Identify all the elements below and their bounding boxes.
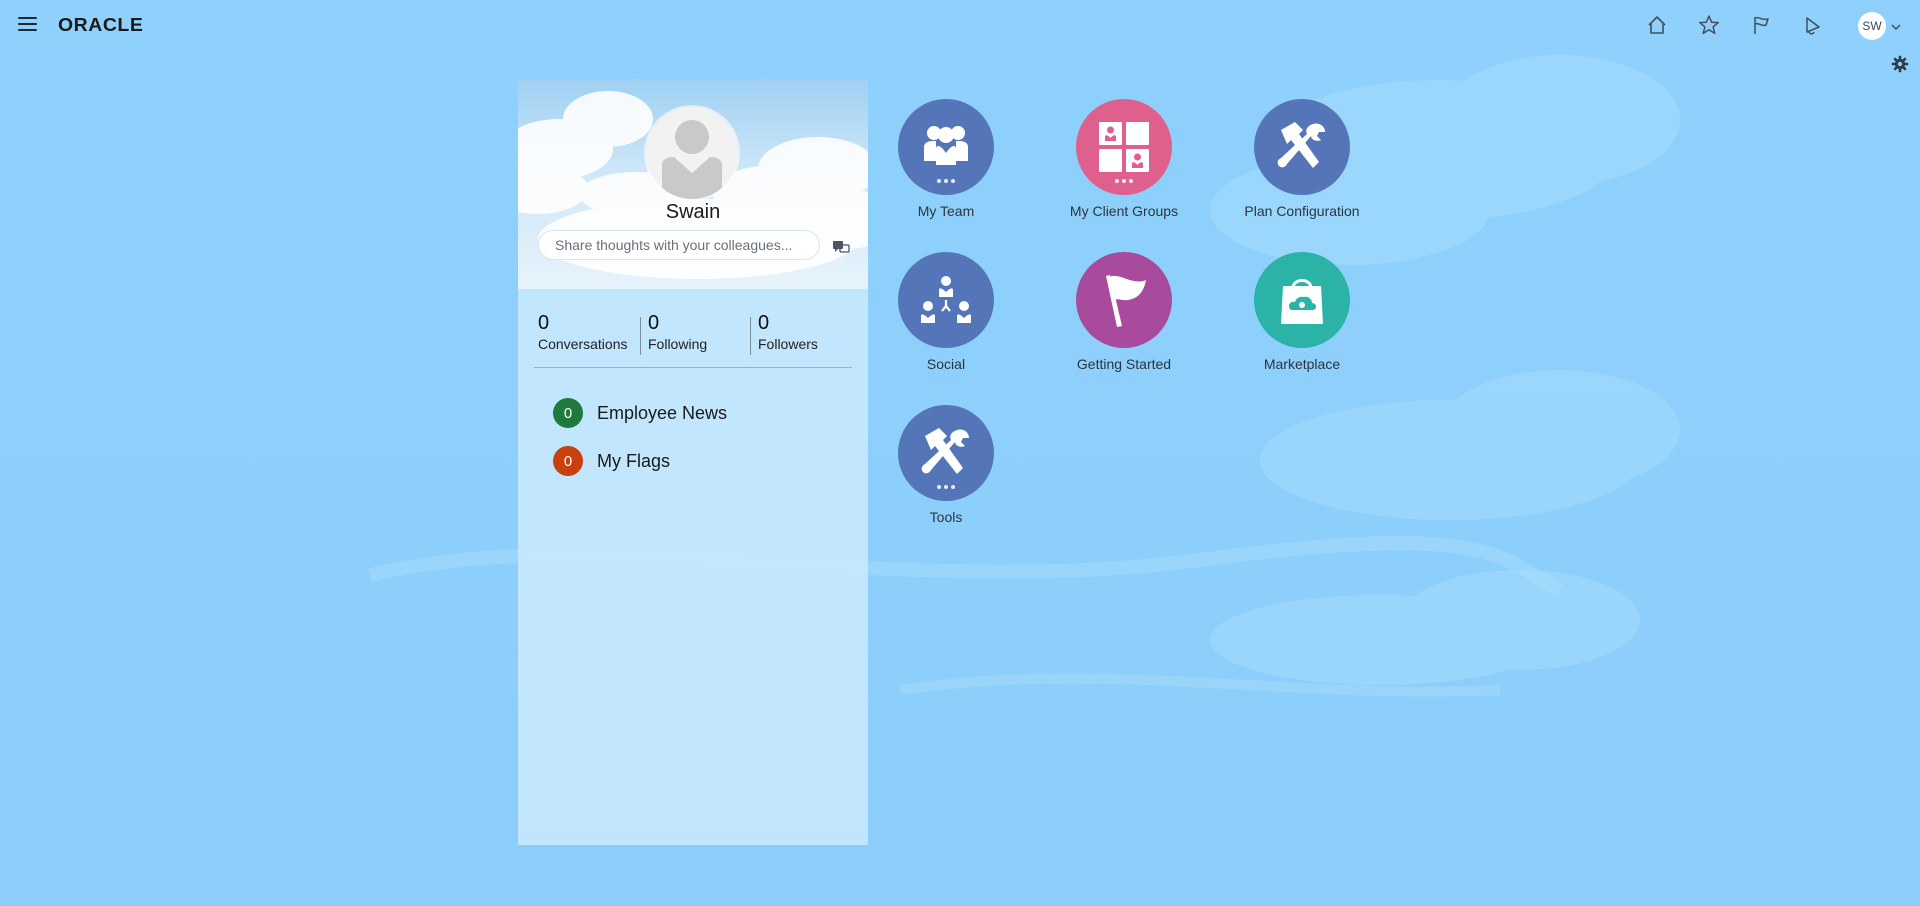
tile-tools[interactable]: Tools bbox=[871, 405, 1021, 545]
more-dots-icon bbox=[1076, 170, 1172, 188]
watchlist-item-label: My Flags bbox=[597, 450, 671, 471]
tile-my-team[interactable]: My Team bbox=[871, 99, 1021, 239]
conversations-label: Conversations bbox=[538, 336, 628, 352]
global-header: ORACLE SW bbox=[0, 0, 1920, 52]
tile-label: Social bbox=[926, 356, 966, 372]
tile-label: Marketplace bbox=[1263, 356, 1341, 372]
watchlist-flag-icon[interactable] bbox=[1748, 12, 1774, 38]
more-dots-icon bbox=[898, 170, 994, 188]
following-stat[interactable]: 0 Following bbox=[648, 311, 707, 359]
count-badge: 0 bbox=[553, 398, 583, 428]
tools-icon bbox=[1254, 99, 1350, 195]
oracle-logo[interactable]: ORACLE bbox=[58, 15, 143, 36]
flag-icon bbox=[1076, 252, 1172, 348]
person-placeholder-icon bbox=[646, 107, 738, 199]
client-groups-icon bbox=[1076, 99, 1172, 195]
social-icon bbox=[898, 252, 994, 348]
tile-my-client-groups[interactable]: My Client Groups bbox=[1049, 99, 1199, 239]
stat-divider bbox=[750, 317, 751, 355]
tile-getting-started[interactable]: Getting Started bbox=[1049, 252, 1199, 392]
tile-plan-configuration[interactable]: Plan Configuration bbox=[1227, 99, 1377, 239]
followers-stat[interactable]: 0 Followers bbox=[758, 311, 818, 359]
home-icon[interactable] bbox=[1644, 12, 1670, 38]
marketplace-bag-icon bbox=[1254, 252, 1350, 348]
settings-gear-icon[interactable] bbox=[1891, 55, 1909, 73]
watchlist-item-my-flags[interactable]: 0 My Flags bbox=[553, 446, 670, 476]
chevron-down-icon[interactable] bbox=[1890, 20, 1902, 32]
tile-marketplace[interactable]: Marketplace bbox=[1227, 252, 1377, 392]
conversations-count: 0 bbox=[538, 312, 550, 334]
tile-label: Getting Started bbox=[1076, 356, 1172, 372]
social-stats: 0 Conversations 0 Following 0 Followers bbox=[534, 311, 852, 368]
watchlist-item-label: Employee News bbox=[597, 402, 728, 423]
stat-divider bbox=[640, 317, 641, 355]
tile-label: My Client Groups bbox=[1069, 203, 1179, 219]
tile-label: My Team bbox=[917, 203, 975, 219]
tools-icon bbox=[898, 405, 994, 501]
share-thoughts-input[interactable] bbox=[538, 230, 820, 260]
count-badge: 0 bbox=[553, 446, 583, 476]
team-icon bbox=[898, 99, 994, 195]
profile-photo[interactable] bbox=[646, 107, 738, 199]
tile-social[interactable]: Social bbox=[871, 252, 1021, 392]
watchlist-item-employee-news[interactable]: 0 Employee News bbox=[553, 398, 727, 428]
conversation-icon[interactable] bbox=[832, 239, 850, 255]
profile-name[interactable]: Swain bbox=[518, 201, 868, 224]
favorites-star-icon[interactable] bbox=[1696, 12, 1722, 38]
tile-label: Tools bbox=[929, 509, 963, 525]
profile-panel: Swain 0 Conversations 0 Following 0 Foll… bbox=[518, 79, 868, 845]
user-avatar-button[interactable]: SW bbox=[1858, 12, 1886, 40]
notifications-bell-icon[interactable] bbox=[1800, 12, 1826, 38]
following-label: Following bbox=[648, 336, 708, 352]
tile-label: Plan Configuration bbox=[1244, 203, 1360, 219]
conversations-stat[interactable]: 0 Conversations bbox=[538, 311, 628, 359]
followers-count: 0 bbox=[758, 312, 770, 334]
navigator-menu-icon[interactable] bbox=[18, 16, 38, 32]
more-dots-icon bbox=[898, 476, 994, 494]
followers-label: Followers bbox=[758, 336, 818, 352]
following-count: 0 bbox=[648, 312, 660, 334]
profile-banner: Swain bbox=[518, 79, 868, 289]
